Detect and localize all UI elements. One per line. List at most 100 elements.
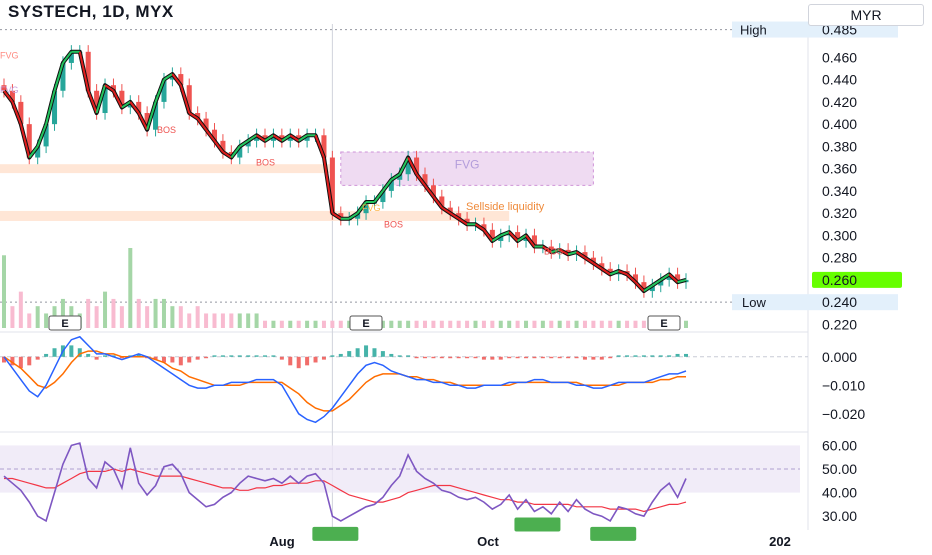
macd-histogram-bar xyxy=(549,356,554,359)
chart-annotation: BOS xyxy=(256,157,275,167)
volume-bar xyxy=(212,313,217,328)
volume-bar xyxy=(220,313,225,328)
macd-histogram-bar xyxy=(170,356,175,363)
macd-histogram-bar xyxy=(204,356,209,359)
macd-histogram-bar xyxy=(557,356,562,359)
volume-bar xyxy=(498,320,503,328)
last-price-value: 0.260 xyxy=(822,272,857,288)
volume-bar xyxy=(414,320,419,328)
macd-histogram-bar xyxy=(347,351,352,357)
volume-bar xyxy=(187,313,192,328)
chart-annotation: BOS xyxy=(157,125,176,135)
volume-bar xyxy=(481,320,486,328)
volume-bar xyxy=(524,320,529,328)
macd-histogram-bar xyxy=(380,351,385,357)
volume-bar xyxy=(44,313,49,328)
price-tick-label: 0.400 xyxy=(822,116,857,132)
volume-bar xyxy=(321,320,326,328)
volume-bar xyxy=(397,320,402,328)
macd-histogram-bar xyxy=(473,356,478,359)
macd-histogram-bar xyxy=(52,348,57,357)
volume-bar xyxy=(204,313,209,328)
chart-annotation: FVG xyxy=(362,203,381,213)
volume-bar xyxy=(465,320,470,328)
volume-bar xyxy=(490,320,495,328)
volume-bar xyxy=(540,320,545,328)
macd-histogram-bar xyxy=(246,355,251,357)
volume-bar xyxy=(507,320,512,328)
macd-tick-label: −0.020 xyxy=(822,406,865,422)
volume-bar xyxy=(599,320,604,328)
supply-zone xyxy=(0,210,510,221)
volume-bar xyxy=(161,298,166,328)
rsi-tick-label: 40.00 xyxy=(822,485,857,501)
volume-bar xyxy=(27,313,32,328)
macd-histogram-bar xyxy=(515,356,520,359)
price-tick-label: 0.420 xyxy=(822,94,857,110)
chart-canvas: 0.460 0.440 0.420 0.400 0.380 0.360 0.340 0.320… xyxy=(0,21,902,549)
volume-bar xyxy=(237,313,242,328)
macd-histogram-bar xyxy=(178,356,183,366)
volume-bar xyxy=(128,248,133,328)
macd-histogram-bar xyxy=(313,356,318,363)
macd-histogram-bar xyxy=(288,356,293,366)
volume-bar xyxy=(473,320,478,328)
volume-bar xyxy=(313,320,318,328)
volume-bar xyxy=(263,320,268,328)
macd-histogram-bar xyxy=(237,355,242,357)
chart-annotation: BOS xyxy=(384,220,403,230)
time-tick-label: 202 xyxy=(769,534,791,549)
volume-bar xyxy=(119,306,124,328)
volume-bar xyxy=(338,320,343,328)
rsi-tick-label: 30.00 xyxy=(822,508,857,524)
macd-histogram-bar xyxy=(490,356,495,360)
time-tick-label: Oct xyxy=(477,534,499,549)
macd-histogram-bar xyxy=(532,356,537,359)
macd-tick-label: 0.000 xyxy=(822,349,857,365)
low-label: Low xyxy=(742,295,766,310)
macd-histogram-bar xyxy=(591,356,596,360)
volume-bar xyxy=(330,320,335,328)
macd-histogram-bar xyxy=(524,356,529,359)
macd-histogram-bar xyxy=(296,356,301,369)
macd-histogram-bar xyxy=(414,356,419,359)
chart-area: 0.460 0.440 0.420 0.400 0.380 0.360 0.340 0.320… xyxy=(0,0,932,550)
macd-line xyxy=(3,335,687,424)
macd-histogram-bar xyxy=(616,355,621,357)
volume-bar xyxy=(574,320,579,328)
macd-signal-line xyxy=(3,350,686,412)
price-tick-label: 0.360 xyxy=(822,161,857,177)
macd-histogram-bar xyxy=(667,355,672,357)
macd-histogram-bar xyxy=(498,356,503,360)
currency-selector[interactable]: MYR xyxy=(808,4,924,26)
volume-bar xyxy=(684,320,688,328)
volume-bar xyxy=(549,320,554,328)
macd-histogram-bar xyxy=(397,355,402,357)
macd-histogram-bar xyxy=(229,355,234,357)
high-label: High xyxy=(740,23,767,38)
macd-histogram-bar xyxy=(675,353,680,357)
macd-histogram-bar xyxy=(431,356,436,359)
macd-histogram-bar xyxy=(271,355,276,357)
volume-bar xyxy=(608,320,613,328)
chart-annotation: FVG xyxy=(0,50,19,60)
bull-divergence-badge xyxy=(312,526,359,541)
chart-annotation: FVG xyxy=(0,85,19,95)
volume-bar xyxy=(246,313,251,328)
macd-histogram-bar xyxy=(658,355,663,357)
macd-histogram-bar xyxy=(439,356,444,359)
volume-bar xyxy=(271,320,276,328)
chart-annotation: Sellside liquidity xyxy=(466,201,545,213)
volume-bar xyxy=(94,306,99,328)
volume-bar xyxy=(170,306,175,328)
price-tick-label: 0.460 xyxy=(822,49,857,65)
macd-histogram-bar xyxy=(279,356,284,360)
volume-bar xyxy=(145,306,150,328)
volume-bar xyxy=(582,320,587,328)
volume-bar xyxy=(86,298,91,328)
low-value: 0.240 xyxy=(822,294,857,310)
volume-bar xyxy=(633,320,638,328)
macd-histogram-bar xyxy=(364,345,369,357)
price-tick-label: 0.320 xyxy=(822,205,857,221)
macd-histogram-bar xyxy=(389,353,394,357)
